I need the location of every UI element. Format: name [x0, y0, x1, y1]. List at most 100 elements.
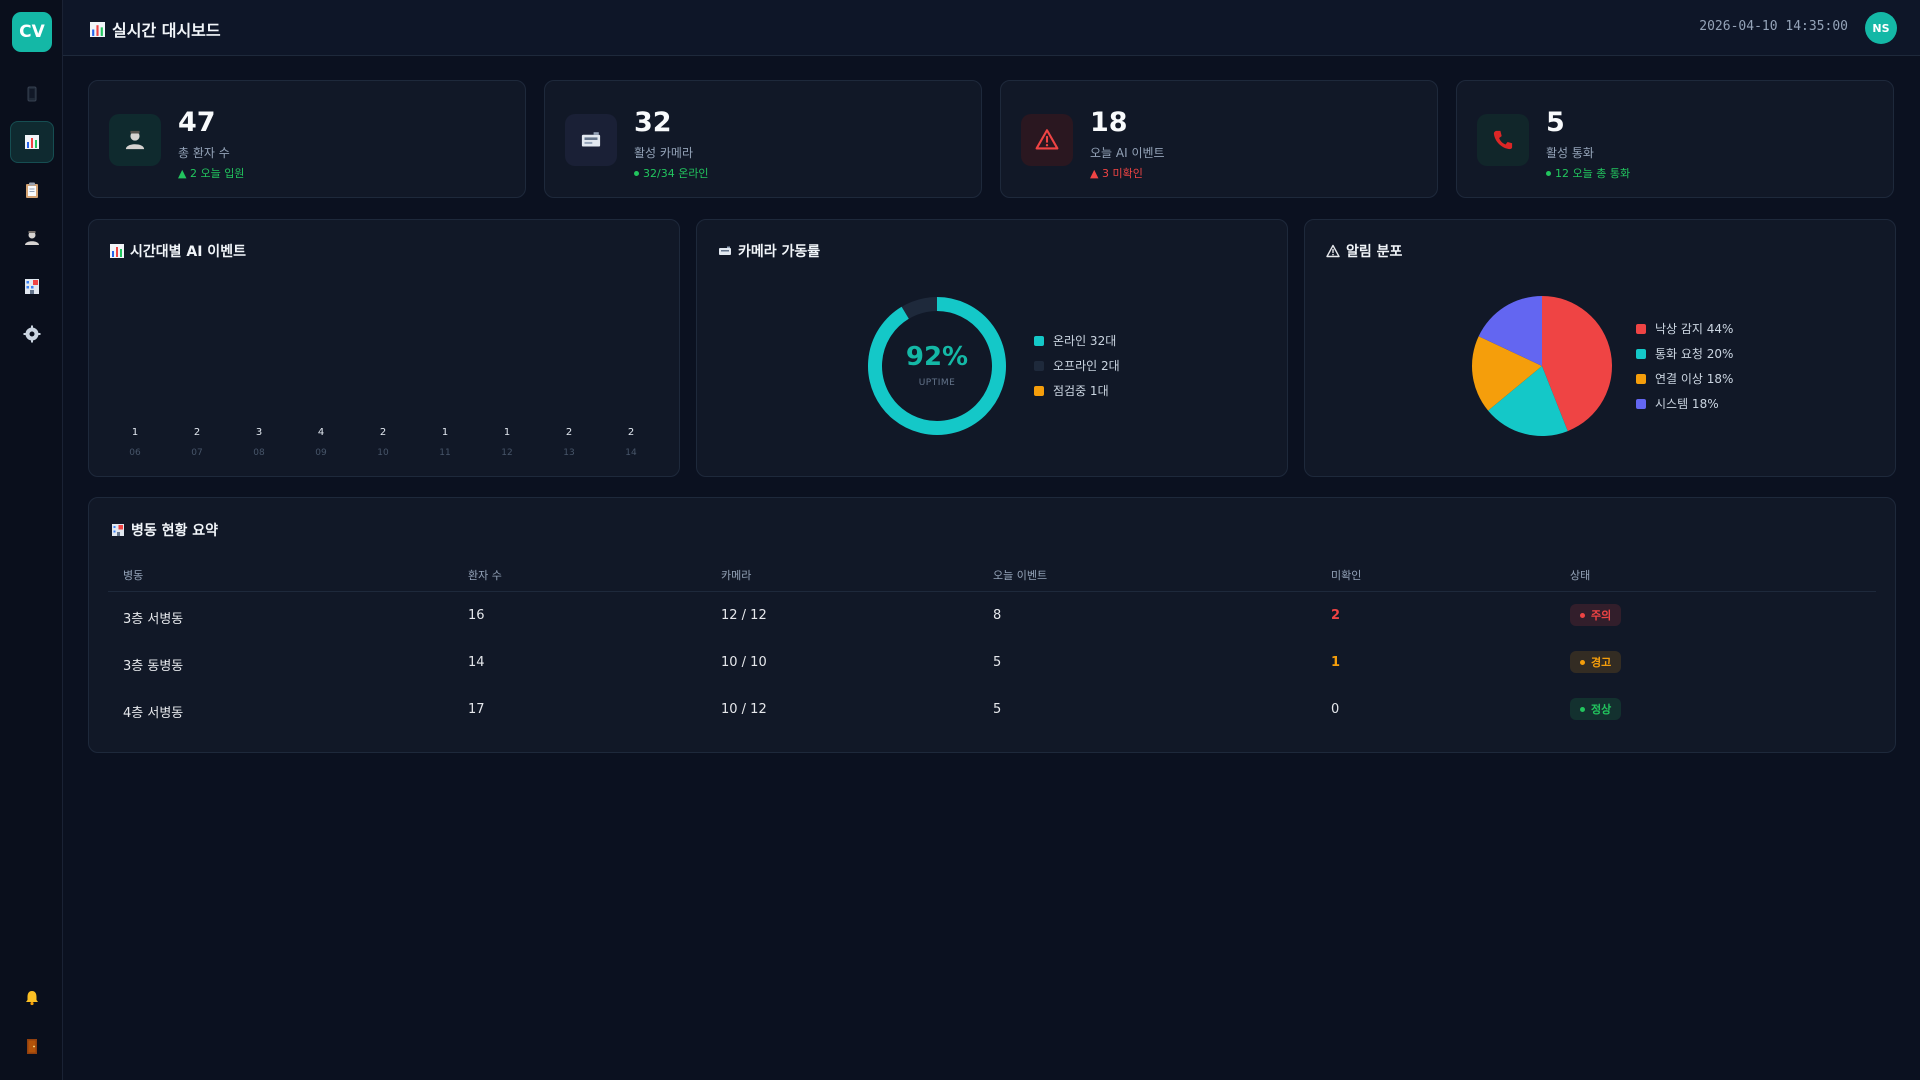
stat-sub-text: 32/34 온라인 — [643, 167, 709, 180]
stat-sub-text: 12 오늘 총 통화 — [1555, 167, 1631, 180]
avatar[interactable]: NS — [1865, 12, 1897, 44]
sidebar-item-records[interactable] — [10, 169, 54, 211]
table-cell-unconfirmed: 1 — [1331, 655, 1341, 670]
column-header: 오늘 이벤트 — [993, 569, 1048, 582]
bar-category-label: 10 — [377, 448, 389, 458]
bar-chart-icon — [90, 21, 105, 37]
logout-button[interactable] — [10, 1025, 54, 1067]
warning-icon — [1326, 244, 1340, 258]
app-logo[interactable]: CV — [12, 12, 52, 52]
sidebar-item-patients[interactable] — [10, 217, 54, 259]
legend-label: 낙상 감지 44% — [1655, 322, 1734, 336]
legend-swatch — [1034, 360, 1044, 371]
bar-category-label: 08 — [253, 448, 265, 458]
table-cell-patients: 14 — [468, 655, 485, 670]
panel-title: 알림 분포 — [1326, 241, 1402, 261]
panel-title-text: 시간대별 AI 이벤트 — [130, 244, 246, 260]
bar-category-label: 13 — [563, 448, 575, 458]
stat-card-cameras[interactable]: 32 활성 카메라 32/34 온라인 — [544, 80, 982, 198]
donut-center: 92% UPTIME — [877, 342, 997, 388]
column-header: 카메라 — [721, 569, 752, 582]
legend-label: 연결 이상 18% — [1655, 372, 1734, 386]
bar-value-label: 3 — [255, 427, 263, 438]
bar-category-label: 12 — [501, 448, 513, 458]
stat-label: 활성 통화 — [1546, 146, 1594, 160]
panel-title-text: 카메라 가동률 — [738, 244, 821, 260]
stat-icon-box — [109, 114, 161, 166]
column-header: 상태 — [1570, 569, 1591, 582]
header-divider — [108, 591, 1876, 592]
bar-value-label: 4 — [317, 427, 325, 438]
bar-column: 2 13 — [549, 427, 589, 458]
page-title-text: 실시간 대시보드 — [112, 21, 221, 40]
stat-icon-box — [565, 114, 617, 166]
stat-value: 32 — [634, 107, 672, 138]
stat-label: 총 환자 수 — [178, 146, 230, 160]
bar-column: 3 08 — [239, 427, 279, 458]
status-badge: 주의 — [1570, 604, 1622, 626]
legend-item: 낙상 감지 44% — [1636, 320, 1733, 337]
bell-icon — [26, 991, 38, 1006]
status-text: 정상 — [1591, 703, 1612, 716]
stat-sub: 12 오늘 총 통화 — [1546, 165, 1630, 181]
table-row[interactable] — [89, 600, 1895, 636]
camera-uptime-panel: 카메라 가동률 92% UPTIME 온라인 32대오프라인 2대점검중 1대 — [696, 219, 1288, 477]
stat-value: 5 — [1546, 107, 1565, 138]
bar-category-label: 07 — [191, 448, 203, 458]
sidebar-item-dashboard[interactable] — [10, 121, 54, 163]
bar-column: 1 12 — [487, 427, 527, 458]
stat-card-patients[interactable]: 47 총 환자 수 ▲ 2 오늘 입원 — [88, 80, 526, 198]
ai-events-panel: 시간대별 AI 이벤트 1 06 2 07 3 08 4 09 2 10 1 11 1 12 2 13 2 14 — [88, 219, 680, 477]
bar-column: 1 06 — [115, 427, 155, 458]
alert-pie-chart — [1472, 296, 1612, 436]
clipboard-icon — [26, 182, 38, 198]
stat-value: 47 — [178, 107, 216, 138]
sidebar-item-wards[interactable] — [10, 265, 54, 307]
table-cell-cameras: 12 / 12 — [721, 608, 767, 623]
sidebar-item-settings[interactable] — [10, 313, 54, 355]
panel-title-text: 알림 분포 — [1346, 244, 1403, 260]
table-row[interactable] — [89, 647, 1895, 683]
gear-icon — [23, 325, 41, 343]
legend-swatch — [1636, 373, 1646, 384]
legend-swatch — [1034, 385, 1044, 396]
table-row[interactable] — [89, 694, 1895, 730]
warning-icon — [1035, 129, 1059, 150]
bar-value-label: 1 — [131, 427, 139, 438]
table-cell-events: 5 — [993, 655, 1002, 670]
alert-distribution-panel: 알림 분포 낙상 감지 44% 통화 요청 20% 연결 이상 18% 시스템 18% — [1304, 219, 1896, 477]
notifications-button[interactable] — [10, 977, 54, 1019]
stat-label: 오늘 AI 이벤트 — [1090, 146, 1165, 160]
table-cell-patients: 16 — [468, 608, 485, 623]
status-dot — [1580, 706, 1585, 712]
legend-item: 오프라인 2대 — [1034, 357, 1120, 374]
table-cell-cameras: 10 / 12 — [721, 702, 767, 717]
legend-item: 점검중 1대 — [1034, 382, 1109, 399]
table-cell-unconfirmed: 2 — [1331, 608, 1341, 623]
stat-card-calls[interactable]: 5 활성 통화 12 오늘 총 통화 — [1456, 80, 1894, 198]
bar-chart-icon — [110, 244, 124, 258]
table-cell-ward: 4층 서병동 — [123, 706, 184, 721]
camera-icon — [719, 246, 731, 255]
bar-value-label: 1 — [441, 427, 449, 438]
uptime-percentage: 92% — [905, 342, 969, 372]
legend-item: 연결 이상 18% — [1636, 370, 1733, 387]
table-cell-ward: 3층 동병동 — [123, 659, 184, 674]
stat-card-ai-events[interactable]: 18 오늘 AI 이벤트 ▲ 3 미확인 — [1000, 80, 1438, 198]
uptime-label: UPTIME — [918, 378, 956, 388]
bar-column: 2 14 — [611, 427, 651, 458]
sidebar: CV — [0, 0, 63, 1080]
bar-chart-icon — [25, 135, 39, 149]
status-dot — [1580, 659, 1585, 665]
column-header: 환자 수 — [468, 569, 502, 582]
bar-category-label: 06 — [129, 448, 141, 458]
legend-label: 점검중 1대 — [1053, 384, 1109, 398]
top-header: 실시간 대시보드 2026-04-10 14:35:00 NS — [63, 0, 1920, 56]
status-dot — [634, 170, 639, 176]
status-text: 경고 — [1591, 656, 1612, 669]
patient-icon — [125, 130, 145, 150]
panel-title: 시간대별 AI 이벤트 — [110, 241, 246, 261]
ward-summary-table: 병동 현황 요약 병동 환자 수 카메라 오늘 이벤트 미확인 상태 3층 서병… — [88, 497, 1896, 753]
legend-item: 온라인 32대 — [1034, 332, 1116, 349]
sidebar-item-devices[interactable] — [10, 73, 54, 115]
